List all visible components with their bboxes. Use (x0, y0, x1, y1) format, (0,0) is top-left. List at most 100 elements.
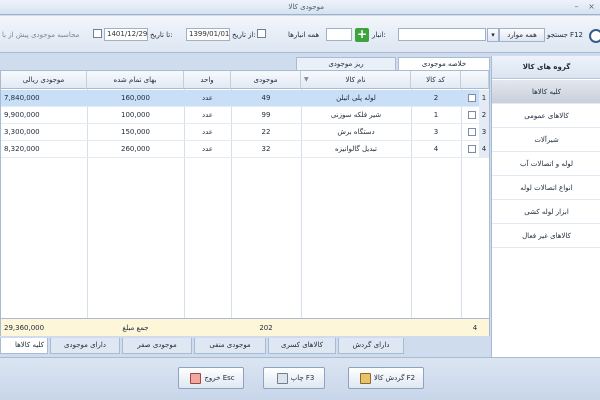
cell-code: 4 (433, 145, 439, 153)
group-item-all[interactable]: کلیه کالاها (492, 80, 600, 104)
col-head-unit[interactable]: واحد (184, 71, 231, 89)
footer-count: 4 (472, 324, 478, 332)
to-date-label: تا تاریخ: (150, 31, 173, 39)
row-checkbox[interactable] (468, 145, 476, 153)
cell-qty: 99 (261, 111, 271, 119)
turnover-button[interactable]: گردش کالا F2 (348, 367, 424, 389)
cell-value: 7,840,000 (4, 94, 40, 102)
cell-unit: عدد (202, 128, 213, 136)
cell-code: 2 (433, 94, 439, 102)
tab-with-turnover[interactable]: دارای گردش (338, 338, 404, 354)
group-item-valves[interactable]: شیرآلات (492, 128, 600, 152)
cell-code: 1 (433, 111, 439, 119)
group-item-inactive[interactable]: کالاهای غیر فعال (492, 224, 600, 248)
table-footer: 4 202 جمع مبلغ 29,360,000 (1, 318, 489, 336)
tab-in-stock[interactable]: دارای موجودی (50, 338, 120, 354)
group-item-tools[interactable]: ابزار لوله کشی (492, 200, 600, 224)
row-number: 2 (479, 107, 489, 124)
from-date-label: از تاریخ: (232, 31, 256, 39)
chevron-down-icon[interactable]: ▾ (487, 28, 499, 42)
filter-dropdown[interactable]: همه موارد (499, 28, 545, 42)
from-date-input[interactable]: 1399/01/01 (186, 28, 230, 41)
warehouse-label: انبار: (372, 31, 386, 39)
cell-value: 3,300,000 (4, 128, 40, 136)
table-row[interactable]: 2 1 شیر فلکه سوزنی 99 عدد 100,000 9,900,… (1, 107, 489, 124)
cell-name: شیر فلکه سوزنی (330, 111, 382, 119)
tab-shortage[interactable]: کالاهای کسری (268, 338, 336, 354)
window-title: موجودی کالا (288, 3, 324, 11)
add-warehouse-button[interactable]: + (355, 28, 369, 42)
group-item-fittings[interactable]: انواع اتصالات لوله (492, 176, 600, 200)
from-date-checkbox[interactable] (257, 29, 266, 38)
group-item-pipes[interactable]: لوله و اتصالات آب (492, 152, 600, 176)
col-head-code[interactable]: کد کالا (411, 71, 461, 89)
row-number: 4 (479, 141, 489, 158)
exit-label: خروج Esc (204, 374, 235, 382)
cell-qty: 49 (261, 94, 271, 102)
cell-qty: 32 (261, 145, 271, 153)
ledger-icon (359, 372, 371, 384)
groups-header: گروه های کالا (492, 56, 600, 79)
minimize-button[interactable]: – (570, 1, 583, 13)
cell-unit: عدد (202, 145, 213, 153)
sort-arrow-icon: ▼ (304, 76, 309, 83)
cell-code: 3 (433, 128, 439, 136)
close-button[interactable]: × (585, 1, 598, 13)
tab-negative-stock[interactable]: موجودی منفی (194, 338, 266, 354)
turnover-label: گردش کالا F2 (373, 374, 416, 382)
footer-total-label: جمع مبلغ (122, 324, 149, 332)
cell-unit: عدد (202, 94, 213, 102)
inventory-table: کد کالا نام کالا ▼ موجودی واحد بهای تمام… (0, 70, 490, 336)
col-head-qty[interactable]: موجودی (231, 71, 301, 89)
group-item-general[interactable]: کالاهای عمومی (492, 104, 600, 128)
groups-panel: گروه های کالا کلیه کالاها کالاهای عمومی … (491, 56, 600, 357)
row-checkbox[interactable] (468, 94, 476, 102)
footer-total-qty: 202 (259, 324, 273, 332)
col-head-name-label: نام کالا (345, 76, 366, 84)
table-row[interactable]: 1 2 لوله پلی اتیلن 49 عدد 160,000 7,840,… (1, 90, 489, 107)
cell-value: 8,320,000 (4, 145, 40, 153)
cell-cost: 100,000 (121, 111, 150, 119)
table-row[interactable]: 3 3 دستگاه برش 22 عدد 150,000 3,300,000 (1, 124, 489, 141)
search-label: جستجو F12 (547, 31, 583, 39)
table-row[interactable]: 4 4 تبدیل گالوانیزه 32 عدد 260,000 8,320… (1, 141, 489, 158)
col-head-cost[interactable]: بهای تمام شده (87, 71, 184, 89)
row-checkbox[interactable] (468, 111, 476, 119)
filter-value: همه موارد (507, 31, 537, 39)
tab-summary[interactable]: خلاصه موجودی (398, 57, 490, 71)
to-date-input[interactable]: 1401/12/29 (104, 28, 148, 41)
footer-total-value: 29,360,000 (4, 324, 45, 332)
col-head-name[interactable]: نام کالا ▼ (301, 71, 411, 89)
prior-balance-checkbox[interactable] (93, 29, 102, 38)
cell-name: دستگاه برش (337, 128, 375, 136)
tab-zero-stock[interactable]: موجودی صفر (122, 338, 192, 354)
printer-icon (276, 372, 288, 384)
col-head-rownum (461, 71, 489, 89)
search-icon[interactable] (589, 29, 600, 43)
cell-cost: 160,000 (121, 94, 150, 102)
cell-cost: 260,000 (121, 145, 150, 153)
row-number: 1 (479, 90, 489, 107)
cell-value: 9,900,000 (4, 111, 40, 119)
row-checkbox[interactable] (468, 128, 476, 136)
bottom-bar: گردش کالا F2 چاپ F3 خروج Esc (0, 357, 600, 400)
all-warehouses-label: همه انبارها (288, 31, 320, 39)
prior-balance-label: محاسبه موجودی پیش از با (2, 31, 80, 39)
cell-cost: 150,000 (121, 128, 150, 136)
title-bar: موجودی کالا – × (0, 0, 600, 15)
print-label: چاپ F3 (290, 374, 315, 382)
tab-details[interactable]: ریز موجودی (296, 57, 396, 70)
print-button[interactable]: چاپ F3 (263, 367, 325, 389)
exit-button[interactable]: خروج Esc (178, 367, 244, 389)
tab-all-items[interactable]: کلیه کالاها (0, 338, 48, 354)
cell-name: تبدیل گالوانیزه (335, 145, 377, 153)
col-head-value[interactable]: موجودی ریالی (1, 71, 87, 89)
cell-unit: عدد (202, 111, 213, 119)
search-input[interactable] (398, 28, 486, 41)
row-number: 3 (479, 124, 489, 141)
exit-icon (190, 372, 202, 384)
cell-qty: 22 (261, 128, 271, 136)
cell-name: لوله پلی اتیلن (336, 94, 376, 102)
warehouse-input[interactable] (326, 28, 352, 41)
toolbar: جستجو F12 همه موارد ▾ انبار: + همه انبار… (0, 16, 600, 53)
